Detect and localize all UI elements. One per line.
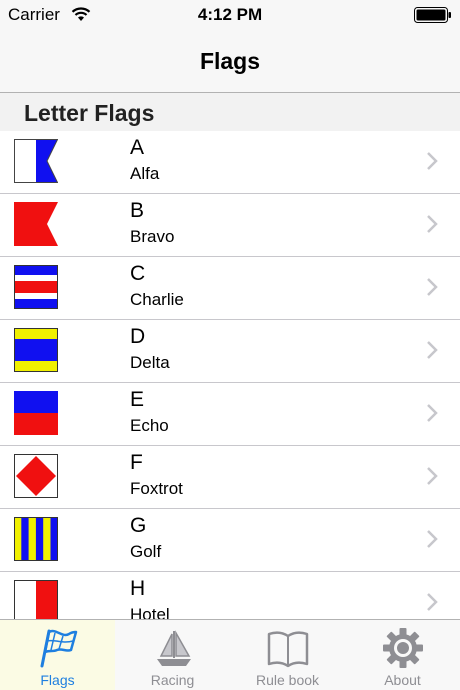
flag-letter: F [130,451,143,474]
tab-label: Rule book [255,672,320,688]
chevron-right-icon [427,467,438,485]
flag-letter: H [130,577,146,600]
flag-letter: G [130,514,147,537]
list-item-foxtrot[interactable]: F Foxtrot [0,446,460,509]
chevron-right-icon [427,152,438,170]
page-title: Flags [199,48,261,74]
flag-letter: E [130,388,145,411]
flag-word: Charlie [130,290,184,309]
flag-letter: C [130,262,146,285]
flag-charlie-icon [14,265,58,309]
chevron-right-icon [427,530,438,548]
flag-word: Alfa [130,164,160,183]
flag-letter: D [130,325,146,348]
flag-icon [40,629,77,668]
tab-rule-book[interactable]: Rule book [230,620,345,690]
sailboat-icon [156,630,191,666]
flag-letter: A [130,136,145,159]
list-item-echo[interactable]: E Echo [0,383,460,446]
chevron-right-icon [427,341,438,359]
list-item-bravo[interactable]: B Bravo [0,194,460,257]
list-item-golf[interactable]: G Golf [0,509,460,572]
list-item-alfa[interactable]: A Alfa [0,131,460,194]
list-item-charlie[interactable]: C Charlie [0,257,460,320]
status-time: 4:12 PM [197,5,263,24]
flag-word: Echo [130,416,169,435]
chevron-right-icon [427,593,438,611]
tab-about[interactable]: About [345,620,460,690]
tab-racing[interactable]: Racing [115,620,230,690]
flag-letter: B [130,199,145,222]
tab-bar: Flags Racing Rule book About [0,619,460,690]
chevron-right-icon [427,278,438,296]
flag-bravo-icon [14,202,58,246]
book-icon [267,631,308,668]
chevron-right-icon [427,404,438,422]
flag-word: Delta [130,353,170,372]
section-title: Letter Flags [24,100,155,126]
flag-word: Golf [130,542,162,561]
section-header: Letter Flags [0,93,460,131]
flag-hotel-icon [14,580,58,619]
status-bar: Carrier 4:12 PM [0,0,460,30]
gear-icon [382,628,423,668]
flag-word: Foxtrot [130,479,183,498]
navigation-bar: Flags [0,30,460,93]
list-item-delta[interactable]: D Delta [0,320,460,383]
chevron-right-icon [427,215,438,233]
flag-foxtrot-icon [14,454,58,498]
flag-golf-icon [14,517,58,561]
tab-label: Racing [150,672,195,688]
tab-flags[interactable]: Flags [0,620,115,690]
tab-label: About [384,672,421,688]
flag-word: Bravo [130,227,175,246]
tab-label: Flags [40,672,75,688]
battery-icon [414,7,451,23]
list-item-hotel[interactable]: H Hotel [0,572,460,619]
flag-alfa-icon [14,139,58,183]
flag-echo-icon [14,391,58,435]
flag-word: Hotel [130,605,170,619]
flag-delta-icon [14,328,58,372]
flag-list[interactable]: A Alfa B Bravo C Charlie D Delta E Echo … [0,131,460,619]
